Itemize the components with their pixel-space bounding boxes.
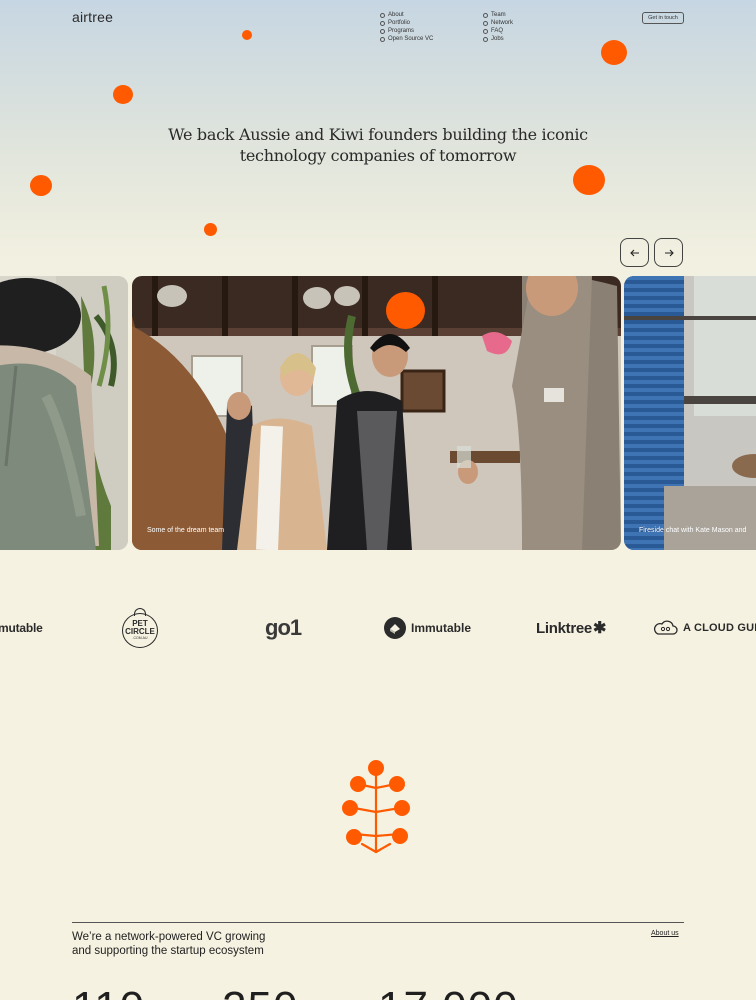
stat-network: 17,000 bbox=[378, 986, 519, 1000]
nav-item-team[interactable]: Team bbox=[483, 11, 513, 19]
pet-circle-icon: PET CIRCLE .COM.AU bbox=[122, 608, 158, 648]
stat-founders: 250 bbox=[222, 986, 298, 1000]
brand-label: A CLOUD GUR bbox=[683, 622, 756, 634]
section-divider bbox=[72, 922, 684, 923]
airtree-logo[interactable]: airtree bbox=[72, 9, 113, 25]
nav-label: Programs bbox=[388, 28, 415, 34]
carousel-next-button[interactable] bbox=[654, 238, 683, 267]
circle-icon bbox=[483, 28, 488, 34]
nav-item-faq[interactable]: FAQ bbox=[483, 27, 513, 35]
carousel-slide-3[interactable]: Fireside chat with Kate Mason and bbox=[624, 276, 756, 550]
orange-dot bbox=[30, 175, 52, 196]
circle-icon bbox=[380, 28, 385, 34]
circle-icon bbox=[380, 36, 385, 42]
carousel-slide-2[interactable]: Some of the dream team bbox=[132, 276, 621, 550]
circle-icon bbox=[483, 36, 488, 42]
carousel-slide-1[interactable] bbox=[0, 276, 128, 550]
nav-item-network[interactable]: Network bbox=[483, 19, 513, 27]
get-in-touch-button[interactable]: Get in touch bbox=[642, 12, 684, 24]
logo-go1[interactable]: go1 bbox=[265, 602, 302, 654]
brand-label: CIRCLE bbox=[125, 627, 155, 636]
arrow-left-icon bbox=[629, 249, 639, 256]
cloud-icon bbox=[654, 620, 678, 635]
circle-icon bbox=[483, 12, 488, 18]
tagline-line-2: and supporting the startup ecosystem bbox=[72, 945, 264, 957]
orange-dot bbox=[573, 165, 605, 195]
circle-icon bbox=[380, 20, 385, 26]
slide-caption: Some of the dream team bbox=[147, 527, 225, 534]
orange-dot bbox=[386, 292, 425, 329]
stat-companies: 110 bbox=[72, 986, 145, 1000]
orange-dot bbox=[242, 30, 252, 40]
event-photo bbox=[132, 276, 621, 550]
about-tagline: We’re a network-powered VC growing and s… bbox=[72, 930, 332, 958]
nav-label: Team bbox=[491, 12, 506, 18]
nav-label: Jobs bbox=[491, 36, 504, 42]
slide-caption: Fireside chat with Kate Mason and bbox=[639, 527, 747, 534]
nav-label: FAQ bbox=[491, 28, 504, 34]
linktree-asterisk-icon: ✱ bbox=[592, 620, 607, 637]
orange-dot bbox=[601, 40, 627, 65]
logo-immutable[interactable]: Immutable bbox=[384, 602, 471, 654]
brand-label: mutable bbox=[0, 621, 43, 635]
airtree-sprout-icon bbox=[342, 760, 410, 854]
logo-immutable-partial[interactable]: mutable bbox=[0, 602, 43, 654]
arrow-right-icon bbox=[664, 249, 674, 256]
nav-primary: About Portfolio Programs Open Source VC bbox=[380, 11, 433, 43]
nav-label: Portfolio bbox=[388, 20, 411, 26]
about-us-link[interactable]: About us bbox=[651, 930, 679, 937]
nav-item-programs[interactable]: Programs bbox=[380, 27, 433, 35]
brand-label: .COM.AU bbox=[132, 636, 148, 640]
site-header: airtree About Portfolio Programs Open So… bbox=[0, 0, 756, 50]
nav-label: Network bbox=[491, 20, 514, 26]
brand-label: Immutable bbox=[411, 621, 472, 635]
nav-item-jobs[interactable]: Jobs bbox=[483, 35, 513, 43]
event-photo bbox=[624, 276, 756, 550]
immutable-icon bbox=[384, 617, 406, 639]
nav-secondary: Team Network FAQ Jobs bbox=[483, 11, 513, 43]
circle-icon bbox=[380, 12, 385, 18]
nav-label: Open Source VC bbox=[388, 36, 434, 42]
nav-item-about[interactable]: About bbox=[380, 11, 433, 19]
brand-label: Linktree bbox=[536, 619, 592, 637]
nav-item-open-source-vc[interactable]: Open Source VC bbox=[380, 35, 433, 43]
logo-linktree[interactable]: Linktree ✱ bbox=[536, 602, 606, 654]
nav-item-portfolio[interactable]: Portfolio bbox=[380, 19, 433, 27]
logo-a-cloud-guru[interactable]: A CLOUD GUR bbox=[652, 602, 756, 654]
portfolio-logo-strip: mutable PET CIRCLE .COM.AU go1 Immutable… bbox=[0, 602, 756, 654]
hero-headline: We back Aussie and Kiwi founders buildin… bbox=[0, 124, 756, 166]
hero-line-1: We back Aussie and Kiwi founders buildin… bbox=[168, 125, 588, 144]
logo-pet-circle[interactable]: PET CIRCLE .COM.AU bbox=[122, 602, 158, 654]
nav-label: About bbox=[388, 12, 404, 18]
orange-dot bbox=[113, 85, 133, 104]
orange-dot bbox=[204, 223, 217, 236]
carousel-prev-button[interactable] bbox=[620, 238, 649, 267]
brand-label: go1 bbox=[265, 615, 302, 640]
hero-line-2: technology companies of tomorrow bbox=[239, 146, 517, 165]
tagline-line-1: We’re a network-powered VC growing bbox=[72, 931, 266, 943]
event-photo bbox=[0, 276, 128, 550]
circle-icon bbox=[483, 20, 488, 26]
